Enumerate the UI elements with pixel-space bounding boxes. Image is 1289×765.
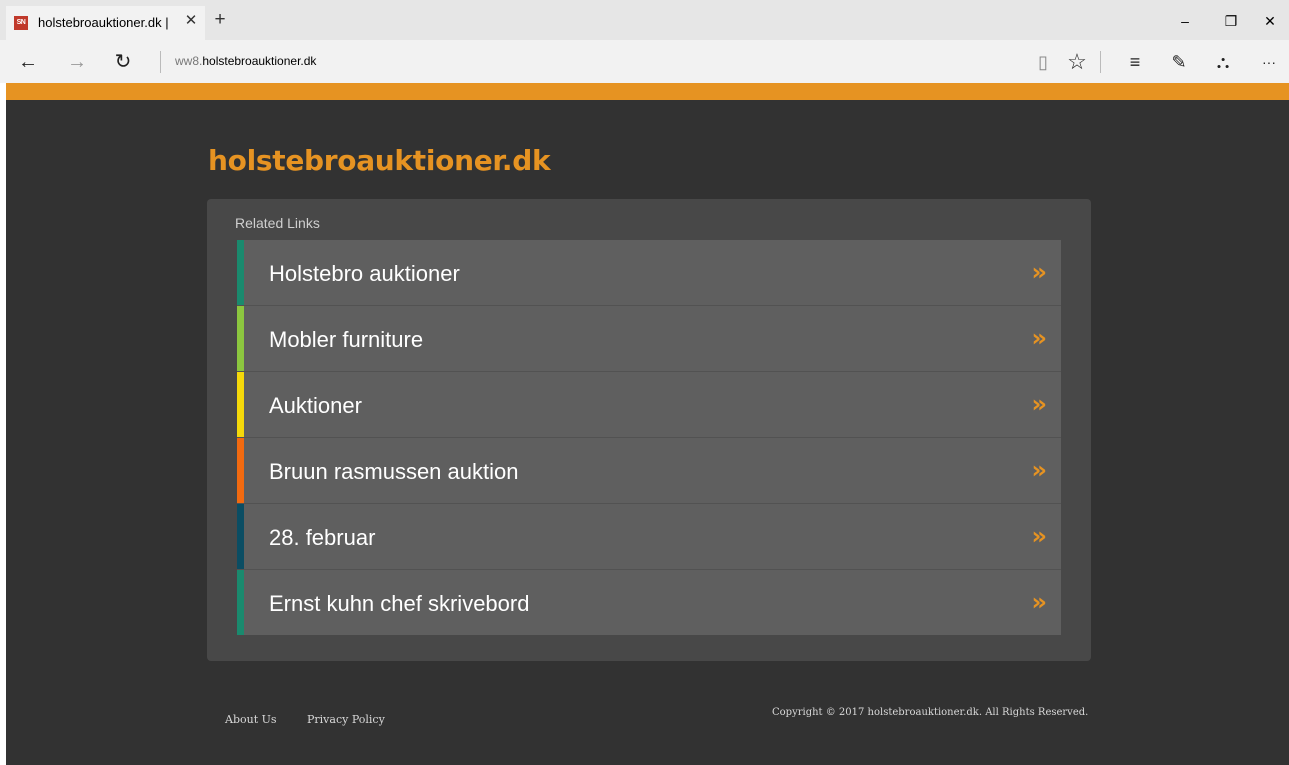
- url-subdomain: ww8.: [175, 54, 203, 68]
- double-chevron-right-icon: »: [1031, 258, 1047, 286]
- minimize-icon[interactable]: –: [1173, 11, 1197, 31]
- double-chevron-right-icon: »: [1031, 588, 1047, 616]
- link-label: Auktioner: [269, 393, 362, 418]
- related-link-item[interactable]: Auktioner »: [237, 372, 1061, 438]
- related-link-item[interactable]: Bruun rasmussen auktion »: [237, 438, 1061, 504]
- related-links-heading: Related Links: [235, 215, 320, 231]
- url-field[interactable]: ww8.holstebroauktioner.dk: [175, 54, 316, 68]
- related-link-item[interactable]: Holstebro auktioner »: [237, 240, 1061, 306]
- link-color-bar: [237, 438, 244, 503]
- share-icon[interactable]: ⛬: [1210, 49, 1236, 75]
- url-domain: holstebroauktioner.dk: [202, 54, 317, 68]
- link-color-bar: [237, 306, 244, 371]
- favorite-star-icon[interactable]: ☆: [1064, 49, 1090, 75]
- related-link-item[interactable]: Ernst kuhn chef skrivebord »: [237, 570, 1061, 635]
- web-note-icon[interactable]: ✎: [1166, 49, 1192, 75]
- back-icon[interactable]: ←: [15, 50, 41, 74]
- close-window-icon[interactable]: ✕: [1258, 11, 1282, 31]
- privacy-policy-link[interactable]: Privacy Policy: [307, 713, 385, 726]
- browser-tab-bar: SN holstebroauktioner.dk | ✕ + – ❐ ✕: [0, 0, 1289, 40]
- new-tab-icon[interactable]: +: [208, 10, 232, 34]
- forward-icon[interactable]: →: [64, 50, 90, 74]
- close-tab-icon[interactable]: ✕: [182, 12, 200, 30]
- double-chevron-right-icon: »: [1031, 456, 1047, 484]
- related-link-item[interactable]: Mobler furniture »: [237, 306, 1061, 372]
- link-label: 28. februar: [269, 525, 376, 550]
- browser-tab[interactable]: SN holstebroauktioner.dk | ✕: [6, 6, 205, 40]
- link-color-bar: [237, 240, 244, 305]
- header-accent-strip: [6, 83, 1289, 100]
- link-label: Mobler furniture: [269, 327, 424, 352]
- related-links-list: Holstebro auktioner » Mobler furniture »…: [237, 240, 1061, 635]
- related-links-panel: Related Links Holstebro auktioner » Mobl…: [207, 199, 1091, 661]
- link-label: Bruun rasmussen auktion: [269, 459, 519, 484]
- double-chevron-right-icon: »: [1031, 390, 1047, 418]
- address-divider: [160, 51, 161, 73]
- tab-title: holstebroauktioner.dk |: [38, 15, 169, 30]
- link-color-bar: [237, 570, 244, 635]
- hub-icon[interactable]: ≡: [1122, 49, 1148, 75]
- link-color-bar: [237, 372, 244, 437]
- about-us-link[interactable]: About Us: [225, 713, 277, 726]
- double-chevron-right-icon: »: [1031, 522, 1047, 550]
- toolbar-divider: [1100, 51, 1101, 73]
- site-title[interactable]: holstebroauktioner.dk: [208, 144, 551, 177]
- reading-view-icon[interactable]: ▯: [1030, 49, 1056, 75]
- address-bar: ← → ↻ ww8.holstebroauktioner.dk ▯ ☆ ≡ ✎ …: [0, 40, 1289, 83]
- link-label: Holstebro auktioner: [269, 261, 460, 286]
- more-icon[interactable]: ···: [1256, 49, 1282, 75]
- site-favicon-icon: SN: [14, 16, 28, 30]
- related-link-item[interactable]: 28. februar »: [237, 504, 1061, 570]
- link-label: Ernst kuhn chef skrivebord: [269, 591, 530, 616]
- double-chevron-right-icon: »: [1031, 324, 1047, 352]
- page-body: holstebroauktioner.dk Related Links Hols…: [6, 100, 1289, 765]
- copyright-text: Copyright © 2017 holstebroauktioner.dk. …: [772, 707, 1089, 718]
- refresh-icon[interactable]: ↻: [110, 50, 136, 74]
- restore-icon[interactable]: ❐: [1219, 11, 1243, 31]
- link-color-bar: [237, 504, 244, 569]
